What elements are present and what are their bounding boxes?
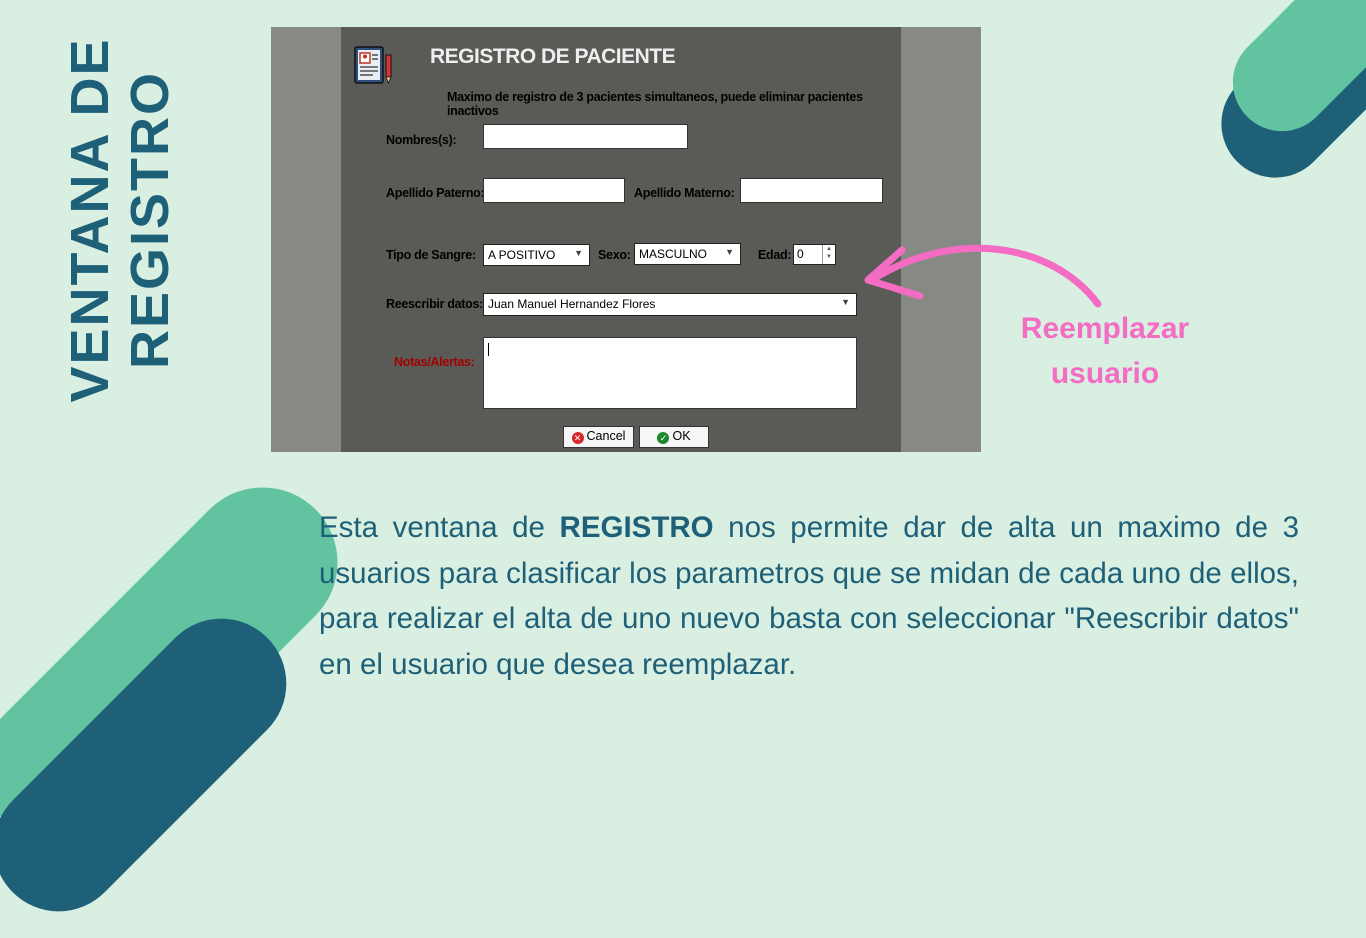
ok-label: OK: [672, 429, 691, 443]
reescribir-value: Juan Manuel Hernandez Flores: [488, 297, 656, 311]
notas-label: Notas/Alertas:: [394, 355, 475, 369]
dialog-subtitle: Maximo de registro de 3 pacientes simult…: [447, 90, 863, 118]
chevron-down-icon: ▼: [725, 247, 734, 257]
sexo-value: MASCULNO: [639, 247, 708, 261]
tipo-sangre-value: A POSITIVO: [488, 248, 556, 262]
ok-button[interactable]: ✓ OK: [639, 426, 709, 448]
description-paragraph: Esta ventana de REGISTRO nos permite dar…: [319, 505, 1299, 687]
sexo-label: Sexo:: [598, 248, 631, 262]
edad-label: Edad:: [758, 248, 792, 262]
apellido-materno-label: Apellido Materno:: [634, 186, 735, 200]
tipo-sangre-select[interactable]: A POSITIVO ▼: [483, 244, 590, 266]
dialog-title: REGISTRO DE PACIENTE: [430, 45, 676, 68]
tipo-sangre-label: Tipo de Sangre:: [386, 248, 476, 262]
apellido-paterno-label: Apellido Paterno:: [386, 186, 485, 200]
nombres-input[interactable]: [483, 124, 688, 149]
cancel-button[interactable]: ✕ Cancel: [563, 426, 634, 448]
description-before: Esta ventana de: [319, 511, 560, 544]
text-caret: [488, 343, 489, 356]
annotation-arrow-icon: [864, 244, 1102, 308]
sexo-select[interactable]: MASCULNO ▼: [634, 243, 741, 265]
annotation-line2: usuario: [1050, 357, 1160, 390]
cancel-icon: ✕: [571, 432, 584, 444]
patient-record-icon: [354, 46, 392, 85]
edad-value: 0: [797, 247, 804, 261]
description-bold: REGISTRO: [559, 511, 714, 544]
apellido-materno-input[interactable]: [740, 178, 883, 203]
apellido-paterno-input[interactable]: [483, 178, 625, 203]
nombres-label: Nombres(s):: [386, 133, 457, 147]
chevron-down-icon: ▼: [841, 297, 850, 307]
notas-textarea[interactable]: [483, 337, 857, 409]
annotation-text: Reemplazar usuario: [990, 306, 1220, 396]
reescribir-label: Reescribir datos:: [386, 297, 484, 311]
registration-dialog: REGISTRO DE PACIENTE Maximo de registro …: [341, 27, 901, 452]
chevron-down-icon: ▼: [574, 248, 583, 258]
side-title: VENTANA DE REGISTRO: [60, 10, 180, 430]
cancel-label: Cancel: [586, 429, 626, 443]
spinner-arrows-icon[interactable]: ▲ ▼: [822, 245, 835, 264]
check-icon: ✓: [657, 432, 670, 444]
side-title-line1: VENTANA DE: [60, 37, 120, 403]
edad-spinner[interactable]: 0 ▲ ▼: [793, 244, 836, 265]
side-title-line2: REGISTRO: [120, 70, 180, 370]
reescribir-select[interactable]: Juan Manuel Hernandez Flores ▼: [483, 293, 857, 316]
annotation-line1: Reemplazar: [1020, 312, 1190, 345]
